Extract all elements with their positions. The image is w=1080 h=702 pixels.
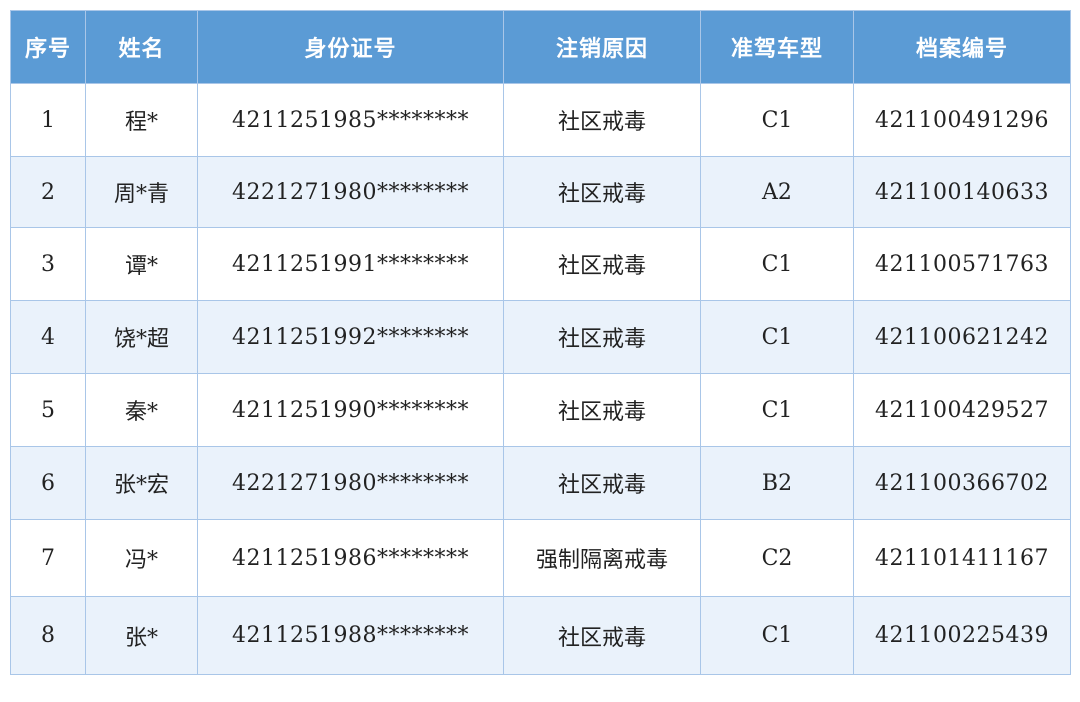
cell-name: 饶*超 xyxy=(85,300,198,374)
cell-serial-number: 7 xyxy=(10,519,86,597)
cell-serial-number: 1 xyxy=(10,83,86,157)
cell-serial-number: 8 xyxy=(10,596,86,675)
cell-license-class: C1 xyxy=(700,373,854,447)
cell-license-class: C1 xyxy=(700,596,854,675)
cell-license-class: C1 xyxy=(700,300,854,374)
table-row: 8 张* 4211251988******** 社区戒毒 C1 42110022… xyxy=(10,596,1071,675)
cell-id-number: 4211251985******** xyxy=(197,83,504,157)
header-name: 姓名 xyxy=(85,10,198,84)
table-row: 7 冯* 4211251986******** 强制隔离戒毒 C2 421101… xyxy=(10,519,1071,597)
cell-revocation-reason: 社区戒毒 xyxy=(503,446,701,520)
cell-serial-number: 3 xyxy=(10,227,86,301)
cell-license-class: C1 xyxy=(700,227,854,301)
cell-id-number: 4221271980******** xyxy=(197,446,504,520)
cell-file-number: 421100366702 xyxy=(853,446,1071,520)
cell-revocation-reason: 强制隔离戒毒 xyxy=(503,519,701,597)
header-serial-number: 序号 xyxy=(10,10,86,84)
header-file-number: 档案编号 xyxy=(853,10,1071,84)
cell-serial-number: 4 xyxy=(10,300,86,374)
cell-license-class: C1 xyxy=(700,83,854,157)
cell-file-number: 421100225439 xyxy=(853,596,1071,675)
table-row: 2 周*青 4221271980******** 社区戒毒 A2 4211001… xyxy=(10,156,1071,228)
cell-name: 秦* xyxy=(85,373,198,447)
cell-id-number: 4211251990******** xyxy=(197,373,504,447)
license-revocation-table: 序号 姓名 身份证号 注销原因 准驾车型 档案编号 1 程* 421125198… xyxy=(10,10,1071,675)
cell-revocation-reason: 社区戒毒 xyxy=(503,300,701,374)
header-license-class: 准驾车型 xyxy=(700,10,854,84)
cell-file-number: 421100571763 xyxy=(853,227,1071,301)
cell-revocation-reason: 社区戒毒 xyxy=(503,596,701,675)
cell-name: 张* xyxy=(85,596,198,675)
revocation-table-container: 序号 姓名 身份证号 注销原因 准驾车型 档案编号 1 程* 421125198… xyxy=(10,10,1071,675)
cell-license-class: A2 xyxy=(700,156,854,228)
table-row: 4 饶*超 4211251992******** 社区戒毒 C1 4211006… xyxy=(10,300,1071,374)
header-revocation-reason: 注销原因 xyxy=(503,10,701,84)
cell-revocation-reason: 社区戒毒 xyxy=(503,156,701,228)
cell-license-class: B2 xyxy=(700,446,854,520)
cell-id-number: 4221271980******** xyxy=(197,156,504,228)
cell-file-number: 421101411167 xyxy=(853,519,1071,597)
table-row: 6 张*宏 4221271980******** 社区戒毒 B2 4211003… xyxy=(10,446,1071,520)
table-row: 5 秦* 4211251990******** 社区戒毒 C1 42110042… xyxy=(10,373,1071,447)
cell-file-number: 421100491296 xyxy=(853,83,1071,157)
cell-id-number: 4211251988******** xyxy=(197,596,504,675)
cell-serial-number: 5 xyxy=(10,373,86,447)
cell-name: 冯* xyxy=(85,519,198,597)
cell-serial-number: 2 xyxy=(10,156,86,228)
cell-serial-number: 6 xyxy=(10,446,86,520)
cell-id-number: 4211251986******** xyxy=(197,519,504,597)
cell-revocation-reason: 社区戒毒 xyxy=(503,373,701,447)
cell-name: 张*宏 xyxy=(85,446,198,520)
cell-name: 谭* xyxy=(85,227,198,301)
cell-name: 程* xyxy=(85,83,198,157)
cell-name: 周*青 xyxy=(85,156,198,228)
table-header-row: 序号 姓名 身份证号 注销原因 准驾车型 档案编号 xyxy=(10,10,1071,84)
header-id-number: 身份证号 xyxy=(197,10,504,84)
cell-file-number: 421100621242 xyxy=(853,300,1071,374)
table-row: 1 程* 4211251985******** 社区戒毒 C1 42110049… xyxy=(10,83,1071,157)
cell-file-number: 421100140633 xyxy=(853,156,1071,228)
cell-license-class: C2 xyxy=(700,519,854,597)
cell-id-number: 4211251991******** xyxy=(197,227,504,301)
table-row: 3 谭* 4211251991******** 社区戒毒 C1 42110057… xyxy=(10,227,1071,301)
cell-revocation-reason: 社区戒毒 xyxy=(503,227,701,301)
cell-file-number: 421100429527 xyxy=(853,373,1071,447)
cell-id-number: 4211251992******** xyxy=(197,300,504,374)
cell-revocation-reason: 社区戒毒 xyxy=(503,83,701,157)
